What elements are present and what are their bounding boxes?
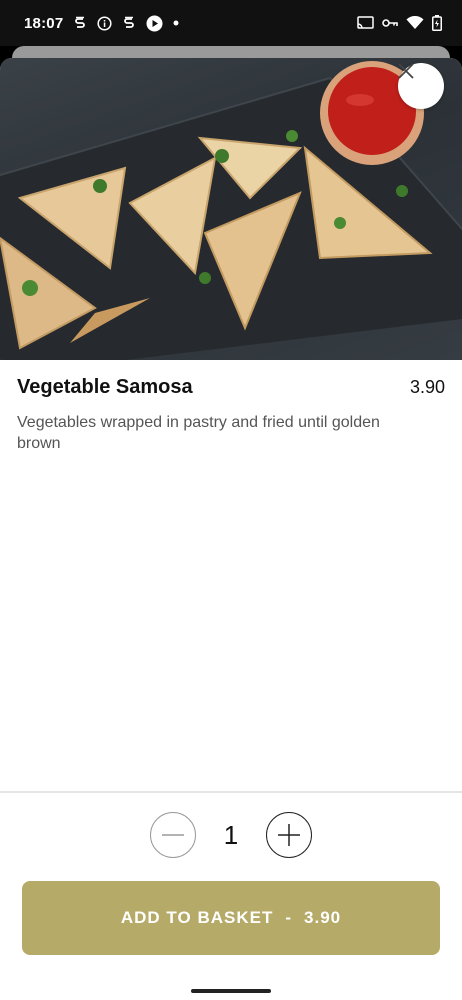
play-icon	[146, 15, 163, 32]
quantity-stepper: 1	[0, 812, 462, 858]
decrease-quantity-button[interactable]	[150, 812, 196, 858]
status-right	[357, 15, 442, 31]
item-header: Vegetable Samosa 3.90	[17, 376, 445, 399]
navigation-bar	[0, 982, 462, 1000]
status-time: 18:07	[24, 14, 64, 32]
status-left: 18:07	[24, 15, 179, 32]
item-name: Vegetable Samosa	[17, 376, 193, 398]
status-bar: 18:07	[0, 0, 462, 46]
battery-icon	[432, 15, 442, 31]
wifi-icon	[406, 16, 424, 30]
quantity-value: 1	[223, 819, 239, 850]
close-button[interactable]	[398, 63, 444, 109]
item-description: Vegetables wrapped in pastry and fried u…	[17, 414, 380, 452]
add-to-basket-price: 3.90	[304, 908, 342, 927]
item-detail-sheet: Vegetable Samosa 3.90 Vegetables wrapped…	[0, 58, 462, 990]
add-to-basket-button[interactable]: ADD TO BASKET - 3.90	[22, 881, 440, 955]
item-price: 3.90	[409, 377, 445, 397]
minus-icon	[162, 834, 184, 836]
s-app-icon	[122, 16, 136, 30]
samosa-illustration	[0, 61, 462, 360]
home-gesture-handle[interactable]	[191, 989, 271, 993]
info-icon	[97, 15, 112, 31]
plus-icon	[278, 824, 300, 846]
increase-quantity-button[interactable]	[266, 812, 312, 858]
close-icon	[398, 63, 414, 79]
add-to-basket-label: ADD TO BASKET	[120, 908, 274, 927]
s-app-icon	[73, 16, 87, 30]
item-image	[0, 58, 462, 360]
add-to-basket-separator: -	[285, 908, 293, 927]
cast-icon	[357, 16, 374, 30]
dot-icon	[173, 20, 179, 26]
action-area: 1 ADD TO BASKET - 3.90	[0, 791, 462, 990]
vpn-key-icon	[382, 18, 398, 28]
